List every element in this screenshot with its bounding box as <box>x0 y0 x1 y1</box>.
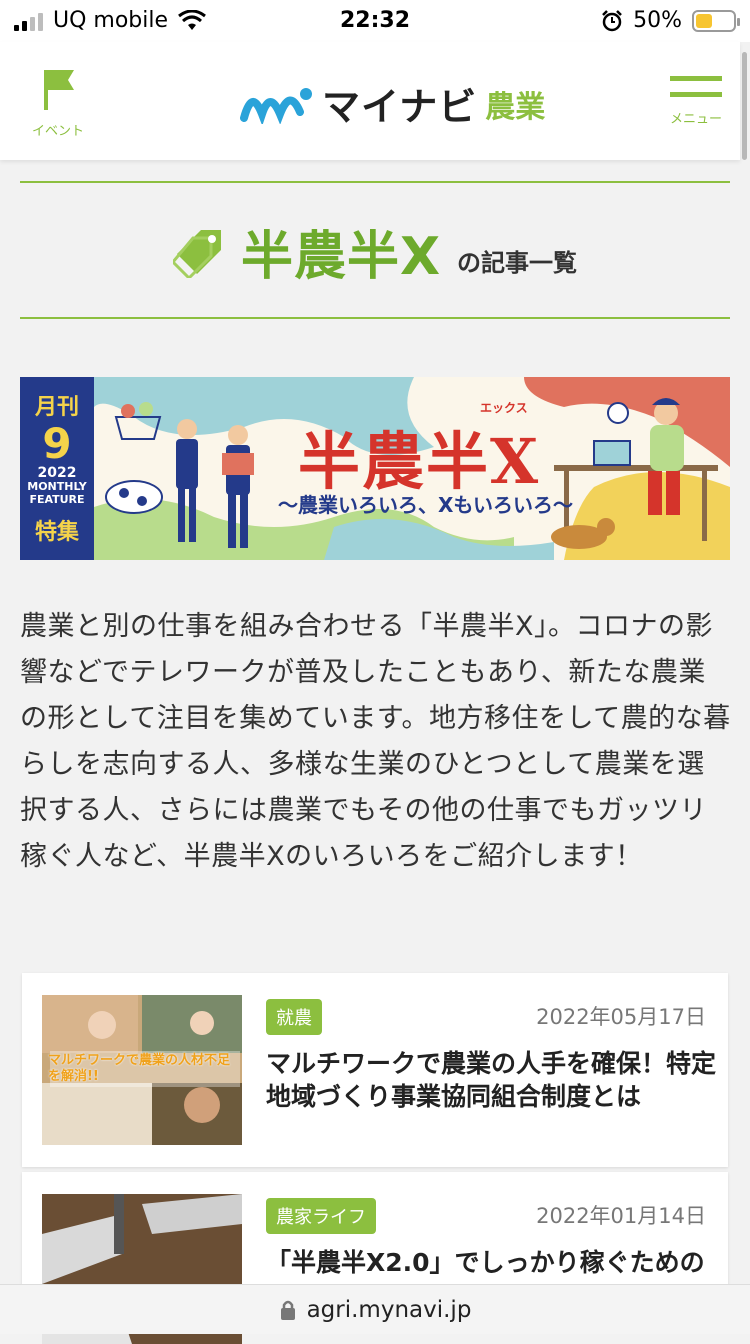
article-category-badge[interactable]: 就農 <box>266 999 322 1035</box>
logo-sub-text: 農業 <box>485 89 546 125</box>
alarm-icon <box>602 9 622 31</box>
status-bar: UQ mobile 22:32 50% <box>0 0 750 42</box>
banner-side-label: 月刊 9 2022 MONTHLY FEATURE 特集 <box>20 377 94 560</box>
banner-monthly: MONTHLY <box>27 480 87 493</box>
banner-year: 2022 <box>37 465 77 481</box>
banner-subtitle: 〜農業いろいろ、Xもいろいろ〜 <box>278 493 574 517</box>
lock-icon <box>280 1300 295 1320</box>
article-date: 2022年05月17日 <box>536 1005 706 1029</box>
tag-suffix: の記事一覧 <box>457 249 578 277</box>
banner-feature: FEATURE <box>29 493 85 506</box>
thumbnail-caption: マルチワークで農業の人材不足を解消!! <box>48 1053 231 1084</box>
article-card[interactable]: マルチワークで農業の人材不足を解消!! 就農 2022年05月17日 マルチワー… <box>22 973 728 1167</box>
tag-icon <box>172 229 221 278</box>
battery-icon <box>692 9 740 32</box>
menu-label: メニュー <box>669 112 722 127</box>
article-date: 2022年01月14日 <box>536 1204 706 1228</box>
logo-mark-icon <box>240 87 312 124</box>
banner-title: 半農半X <box>298 425 541 498</box>
article-category-badge[interactable]: 農家ライフ <box>266 1198 376 1234</box>
banner-month-number: 9 <box>42 419 72 468</box>
article-title[interactable]: 「半農半X2.0」でしっかり稼ぐための <box>266 1246 716 1279</box>
event-button[interactable]: イベント <box>26 68 90 139</box>
scrollbar[interactable] <box>742 52 747 160</box>
event-label: イベント <box>31 124 84 139</box>
flag-icon <box>44 70 74 110</box>
tag-heading: 半農半X の記事一覧 <box>0 214 750 289</box>
feature-banner[interactable]: 月刊 9 2022 MONTHLY FEATURE 特集 エックス 半農半X 〜… <box>20 377 730 560</box>
hamburger-icon <box>660 76 732 97</box>
article-thumbnail: マルチワークで農業の人材不足を解消!! <box>42 995 242 1145</box>
tag-description: 農業と別の仕事を組み合わせる「半農半X」。コロナの影響などでテレワークが普及した… <box>20 611 731 872</box>
site-header: イベント マイナビ 農業 メニュー <box>0 42 740 160</box>
site-logo[interactable]: マイナビ 農業 <box>240 76 545 131</box>
battery-percent: 50% <box>633 8 682 33</box>
divider-bottom <box>20 317 730 319</box>
logo-text: マイナビ <box>322 85 478 129</box>
url-bar[interactable]: agri.mynavi.jp <box>0 1284 750 1334</box>
url-text: agri.mynavi.jp <box>306 1296 472 1323</box>
banner-special: 特集 <box>34 520 79 545</box>
menu-button[interactable]: メニュー <box>660 76 732 127</box>
banner-month-label: 月刊 <box>34 395 79 420</box>
divider-top <box>20 181 730 183</box>
article-title[interactable]: マルチワークで農業の人手を確保！特定地域づくり事業協同組合制度とは <box>266 1047 716 1113</box>
tag-name: 半農半X <box>240 227 442 287</box>
